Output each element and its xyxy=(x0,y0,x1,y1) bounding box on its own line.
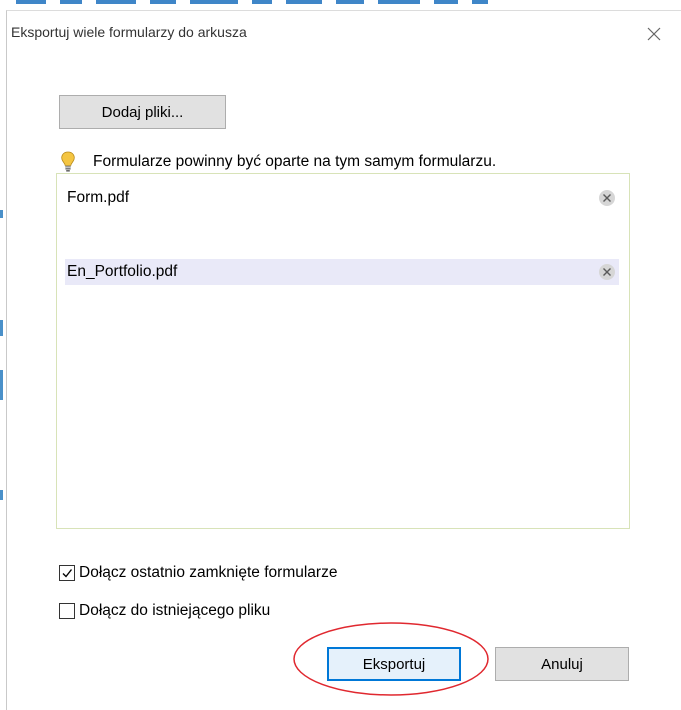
append-existing-label: Dołącz do istniejącego pliku xyxy=(79,602,271,619)
background-window-strip xyxy=(0,0,681,10)
file-name: En_Portfolio.pdf xyxy=(67,263,178,280)
lightbulb-icon xyxy=(61,151,75,172)
hint-row: Formularze powinny być oparte na tym sam… xyxy=(59,151,496,173)
file-list[interactable]: Form.pdf En_Portfolio.pdf xyxy=(56,173,630,529)
file-list-item[interactable]: Form.pdf xyxy=(65,185,619,211)
close-icon[interactable] xyxy=(643,23,665,45)
file-name: Form.pdf xyxy=(67,189,130,206)
checkmark-icon xyxy=(62,569,73,578)
include-recent-label: Dołącz ostatnio zamknięte formularze xyxy=(79,564,338,581)
file-list-item-selected[interactable]: En_Portfolio.pdf xyxy=(65,259,619,285)
append-existing-option[interactable]: Dołącz do istniejącego pliku xyxy=(59,602,270,620)
remove-circle-icon[interactable] xyxy=(597,262,617,282)
export-button[interactable]: Eksportuj xyxy=(327,647,461,681)
append-existing-checkbox[interactable] xyxy=(59,603,75,619)
remove-circle-icon[interactable] xyxy=(597,188,617,208)
dialog-title: Eksportuj wiele formularzy do arkusza xyxy=(11,24,247,40)
hint-text: Formularze powinny być oparte na tym sam… xyxy=(93,153,497,170)
include-recent-option[interactable]: Dołącz ostatnio zamknięte formularze xyxy=(59,564,337,582)
cancel-button[interactable]: Anuluj xyxy=(495,647,629,681)
include-recent-checkbox[interactable] xyxy=(59,565,75,581)
export-forms-dialog: Eksportuj wiele formularzy do arkusza Do… xyxy=(6,10,681,710)
background-window-edge xyxy=(0,20,4,700)
add-files-button[interactable]: Dodaj pliki... xyxy=(59,95,226,129)
